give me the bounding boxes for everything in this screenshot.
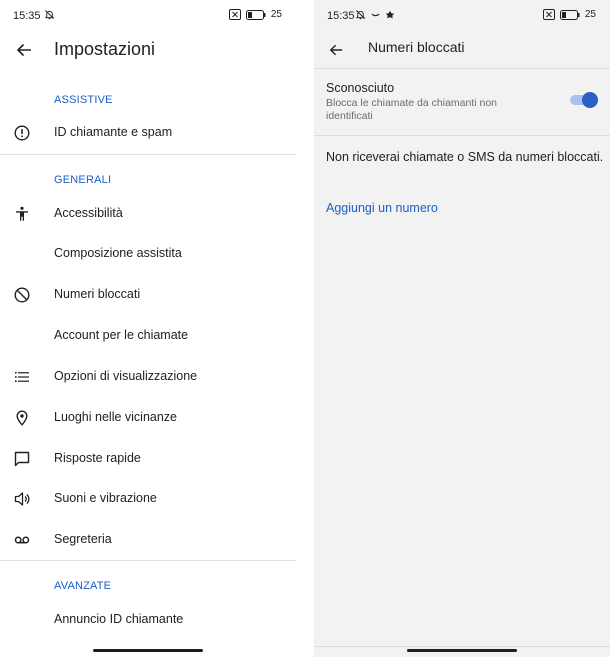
toggle-thumb (582, 92, 598, 108)
back-button[interactable] (12, 38, 36, 62)
menu-item-voicemail[interactable]: Segreteria (0, 520, 296, 560)
section-header-general: GENERALI (54, 174, 112, 186)
gesture-nav-handle[interactable] (407, 649, 517, 652)
sim-off-icon (542, 9, 555, 20)
list-icon (12, 367, 32, 387)
status-time: 15:35 (327, 10, 355, 22)
arrow-back-icon (16, 43, 31, 57)
location-pin-icon (12, 408, 32, 428)
page-title: Numeri bloccati (368, 39, 465, 55)
status-bar: 15:35 25 (314, 0, 610, 32)
menu-label: Numeri bloccati (54, 287, 141, 301)
blocked-info-text: Non riceverai chiamate o SMS da numeri b… (326, 150, 604, 164)
menu-label: Composizione assistita (54, 246, 182, 260)
menu-item-accessibility[interactable]: Accessibilità (0, 194, 296, 234)
status-time: 15:35 (13, 10, 41, 22)
menu-label: Accessibilità (54, 206, 123, 220)
menu-label: ID chiamante e spam (54, 125, 173, 139)
menu-label: Account per le chiamate (54, 328, 189, 342)
menu-item-calling-accounts[interactable]: Account per le chiamate (0, 316, 296, 356)
bell-off-icon (355, 10, 366, 20)
menu-item-caller-id-announcement[interactable]: Annuncio ID chiamante (0, 600, 296, 640)
menu-item-blocked-numbers[interactable]: Numeri bloccati (0, 275, 296, 315)
menu-item-quick-responses[interactable]: Risposte rapide (0, 439, 296, 479)
battery-percent: 25 (270, 9, 282, 20)
back-button[interactable] (324, 38, 348, 62)
settings-screen: 15:35 25 Impostazioni ASSISTIVE ID chiam… (0, 0, 296, 657)
divider (314, 646, 610, 647)
smile-icon (371, 13, 380, 17)
arrow-back-icon (329, 44, 343, 56)
menu-label: Annuncio ID chiamante (54, 612, 184, 626)
app-notification-icon (385, 10, 395, 18)
accessibility-icon (12, 204, 32, 224)
divider (314, 135, 610, 136)
page-title: Impostazioni (54, 39, 156, 59)
chat-bubble-icon (12, 449, 32, 469)
sim-off-icon (228, 9, 241, 20)
blocked-numbers-screen: 15:35 25 Numeri bloccati Sconosciuto Blo… (314, 0, 610, 657)
menu-label: Luoghi nelle vicinanze (54, 410, 178, 424)
menu-item-caller-id-spam[interactable]: ID chiamante e spam (0, 113, 296, 153)
unknown-callers-setting[interactable]: Sconosciuto Blocca le chiamate da chiama… (314, 69, 610, 135)
section-header-advanced: AVANZATE (54, 580, 112, 592)
status-bar: 15:35 25 (0, 0, 296, 32)
unknown-callers-toggle[interactable] (570, 92, 598, 108)
alert-circle-icon (12, 123, 32, 143)
battery-icon (245, 9, 266, 20)
divider (0, 560, 296, 561)
battery-icon (559, 9, 580, 20)
block-icon (12, 285, 32, 305)
app-bar: Numeri bloccati (314, 32, 610, 68)
menu-item-assisted-dialing[interactable]: Composizione assistita (0, 234, 296, 274)
add-number-link[interactable]: Aggiungi un numero (326, 201, 438, 215)
menu-label: Opzioni di visualizzazione (54, 369, 198, 383)
panel-gap (296, 0, 314, 657)
app-bar: Impostazioni (0, 32, 296, 68)
divider (0, 154, 296, 155)
bell-off-icon (44, 10, 55, 20)
speaker-icon (12, 489, 32, 509)
setting-title: Sconosciuto (326, 81, 395, 95)
voicemail-icon (12, 530, 32, 550)
menu-item-display-options[interactable]: Opzioni di visualizzazione (0, 357, 296, 397)
menu-item-sounds-vibration[interactable]: Suoni e vibrazione (0, 479, 296, 519)
battery-percent: 25 (584, 9, 596, 20)
setting-summary: Blocca le chiamate da chiamanti non iden… (326, 97, 498, 122)
menu-label: Suoni e vibrazione (54, 491, 157, 505)
gesture-nav-handle[interactable] (93, 649, 203, 652)
menu-item-nearby-places[interactable]: Luoghi nelle vicinanze (0, 398, 296, 438)
section-header-assistive: ASSISTIVE (54, 94, 113, 106)
menu-label: Segreteria (54, 532, 112, 546)
menu-label: Risposte rapide (54, 451, 141, 465)
